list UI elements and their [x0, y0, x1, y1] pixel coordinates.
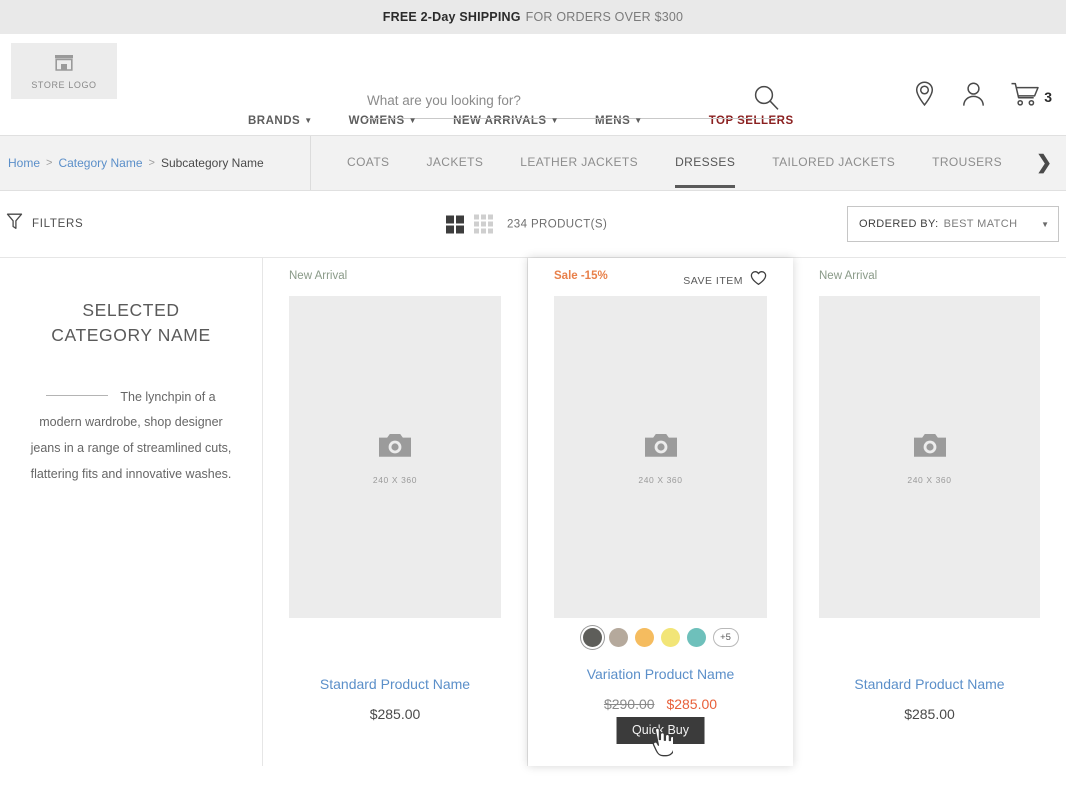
save-item-button[interactable]: SAVE ITEM — [683, 270, 767, 291]
nav-item-brands-label: BRANDS — [248, 114, 301, 127]
price-value: $285.00 — [904, 706, 955, 722]
storefront-icon — [53, 53, 75, 77]
view-options: 234 PRODUCT(S) — [446, 214, 608, 234]
category-tabs: COATS JACKETS LEATHER JACKETS DRESSES TA… — [311, 136, 1066, 190]
color-swatch[interactable] — [686, 627, 706, 647]
category-description: The lynchpin of a modern wardrobe, shop … — [30, 385, 232, 488]
product-grid: SELECTED CATEGORY NAME The lynchpin of a… — [0, 257, 1066, 766]
category-promo-cell: SELECTED CATEGORY NAME The lynchpin of a… — [0, 258, 263, 766]
color-swatch[interactable] — [582, 627, 602, 647]
promo-banner-strong: FREE 2-Day SHIPPING — [382, 10, 521, 24]
page-title: SELECTED CATEGORY NAME — [51, 300, 211, 346]
status-badge: Sale -15% — [554, 270, 608, 282]
product-image-dimensions: 240 X 360 — [372, 474, 418, 485]
cart-button[interactable]: 3 — [1010, 81, 1052, 113]
breadcrumb: Home > Category Name > Subcategory Name — [0, 136, 311, 190]
category-description-text: The lynchpin of a modern wardrobe, shop … — [30, 389, 232, 481]
heart-icon — [750, 270, 767, 291]
product-image-dimensions: 240 X 360 — [907, 474, 952, 485]
header-icon-group: 3 — [912, 80, 1052, 113]
product-count-label: 234 PRODUCT(S) — [507, 218, 608, 230]
product-price: $285.00 — [819, 706, 1040, 722]
sort-label: ORDERED BY: — [859, 218, 939, 230]
status-badge: New Arrival — [819, 270, 878, 282]
status-badge: New Arrival — [289, 270, 348, 282]
product-card[interactable]: New Arrival 240 X 360 Standard Product N… — [793, 258, 1066, 766]
category-tab-coats[interactable]: COATS — [347, 138, 389, 188]
price-sale: $285.00 — [666, 696, 718, 712]
save-item-label: SAVE ITEM — [683, 274, 743, 287]
chevron-down-icon: ▼ — [634, 115, 643, 125]
category-tab-leather-jackets[interactable]: LEATHER JACKETS — [520, 138, 638, 188]
category-strip: Home > Category Name > Subcategory Name … — [0, 135, 1066, 191]
price-value: $285.00 — [369, 706, 421, 722]
price-original: $290.00 — [603, 696, 655, 712]
product-card-header: Sale -15% SAVE ITEM — [554, 270, 767, 296]
product-price: $290.00 $285.00 — [554, 696, 767, 712]
grid-2x2-icon[interactable] — [446, 215, 464, 233]
product-name-link[interactable]: Standard Product Name — [289, 676, 501, 692]
site-header: STORE LOGO What are you looking for? 3 — [0, 34, 1066, 119]
promo-banner: FREE 2-Day SHIPPING FOR ORDERS OVER $300 — [0, 0, 1066, 34]
chevron-down-icon: ▼ — [550, 115, 560, 125]
chevron-down-icon: ▼ — [1041, 219, 1049, 229]
chevron-down-icon: ▼ — [408, 115, 418, 125]
chevron-down-icon: ▼ — [304, 115, 313, 125]
product-card-header: New Arrival — [819, 270, 1040, 296]
search-bar — [365, 84, 780, 119]
filters-button[interactable]: FILTERS — [6, 212, 83, 236]
product-card[interactable]: New Arrival 240 X 360 Standard Product N… — [263, 258, 528, 766]
store-logo[interactable]: STORE LOGO — [11, 43, 117, 99]
product-image[interactable]: 240 X 360 — [554, 296, 767, 618]
filters-label: FILTERS — [32, 218, 84, 230]
quick-buy-button[interactable]: Quick Buy — [616, 717, 705, 744]
product-image[interactable]: 240 X 360 — [289, 296, 501, 618]
category-tab-jackets[interactable]: JACKETS — [426, 138, 483, 188]
breadcrumb-home[interactable]: Home — [8, 156, 40, 170]
search-input[interactable] — [365, 93, 695, 110]
camera-placeholder-icon — [377, 430, 413, 465]
shopping-cart-icon — [1010, 81, 1040, 113]
product-price: $285.00 — [289, 706, 501, 722]
color-swatch[interactable] — [608, 627, 628, 647]
product-card-header: New Arrival — [289, 270, 501, 296]
color-swatch-row: +5 — [554, 618, 767, 656]
more-colors-button[interactable]: +5 — [712, 627, 739, 647]
store-logo-label: STORE LOGO — [31, 79, 97, 90]
breadcrumb-separator: > — [46, 157, 53, 169]
product-name-link[interactable]: Variation Product Name — [554, 666, 767, 682]
nav-item-brands[interactable]: BRANDS ▼ — [248, 115, 313, 127]
camera-placeholder-icon — [912, 430, 948, 465]
color-swatch[interactable] — [634, 627, 654, 647]
cart-count-badge: 3 — [1044, 88, 1052, 105]
sort-value: BEST MATCH — [943, 218, 1018, 230]
location-pin-icon[interactable] — [912, 80, 937, 113]
product-image[interactable]: 240 X 360 — [819, 296, 1040, 618]
color-swatch[interactable] — [660, 627, 680, 647]
category-tab-dresses[interactable]: DRESSES — [675, 138, 736, 188]
results-toolbar: FILTERS 234 PRODUCT(S) ORDERED BY: BEST M… — [0, 191, 1066, 257]
breadcrumb-category[interactable]: Category Name — [58, 156, 142, 170]
account-person-icon[interactable] — [961, 80, 986, 113]
promo-banner-rest: FOR ORDERS OVER $300 — [525, 10, 684, 24]
funnel-filter-icon — [6, 212, 23, 236]
chevron-right-icon[interactable]: ❯ — [1036, 152, 1052, 175]
breadcrumb-current: Subcategory Name — [160, 156, 264, 170]
grid-3x3-icon[interactable] — [474, 214, 493, 234]
product-image-dimensions: 240 X 360 — [638, 474, 683, 485]
camera-placeholder-icon — [643, 430, 679, 465]
category-tab-tailored-jackets[interactable]: TAILORED JACKETS — [772, 138, 895, 188]
product-name-link[interactable]: Standard Product Name — [819, 676, 1040, 692]
divider-dash — [46, 394, 109, 396]
product-card[interactable]: Sale -15% SAVE ITEM 240 X 360 +5 Variati… — [528, 258, 793, 766]
breadcrumb-separator: > — [148, 157, 155, 169]
sort-dropdown[interactable]: ORDERED BY: BEST MATCH ▼ — [847, 206, 1059, 242]
search-icon[interactable] — [753, 84, 780, 114]
category-tab-trousers[interactable]: TROUSERS — [932, 138, 1002, 188]
